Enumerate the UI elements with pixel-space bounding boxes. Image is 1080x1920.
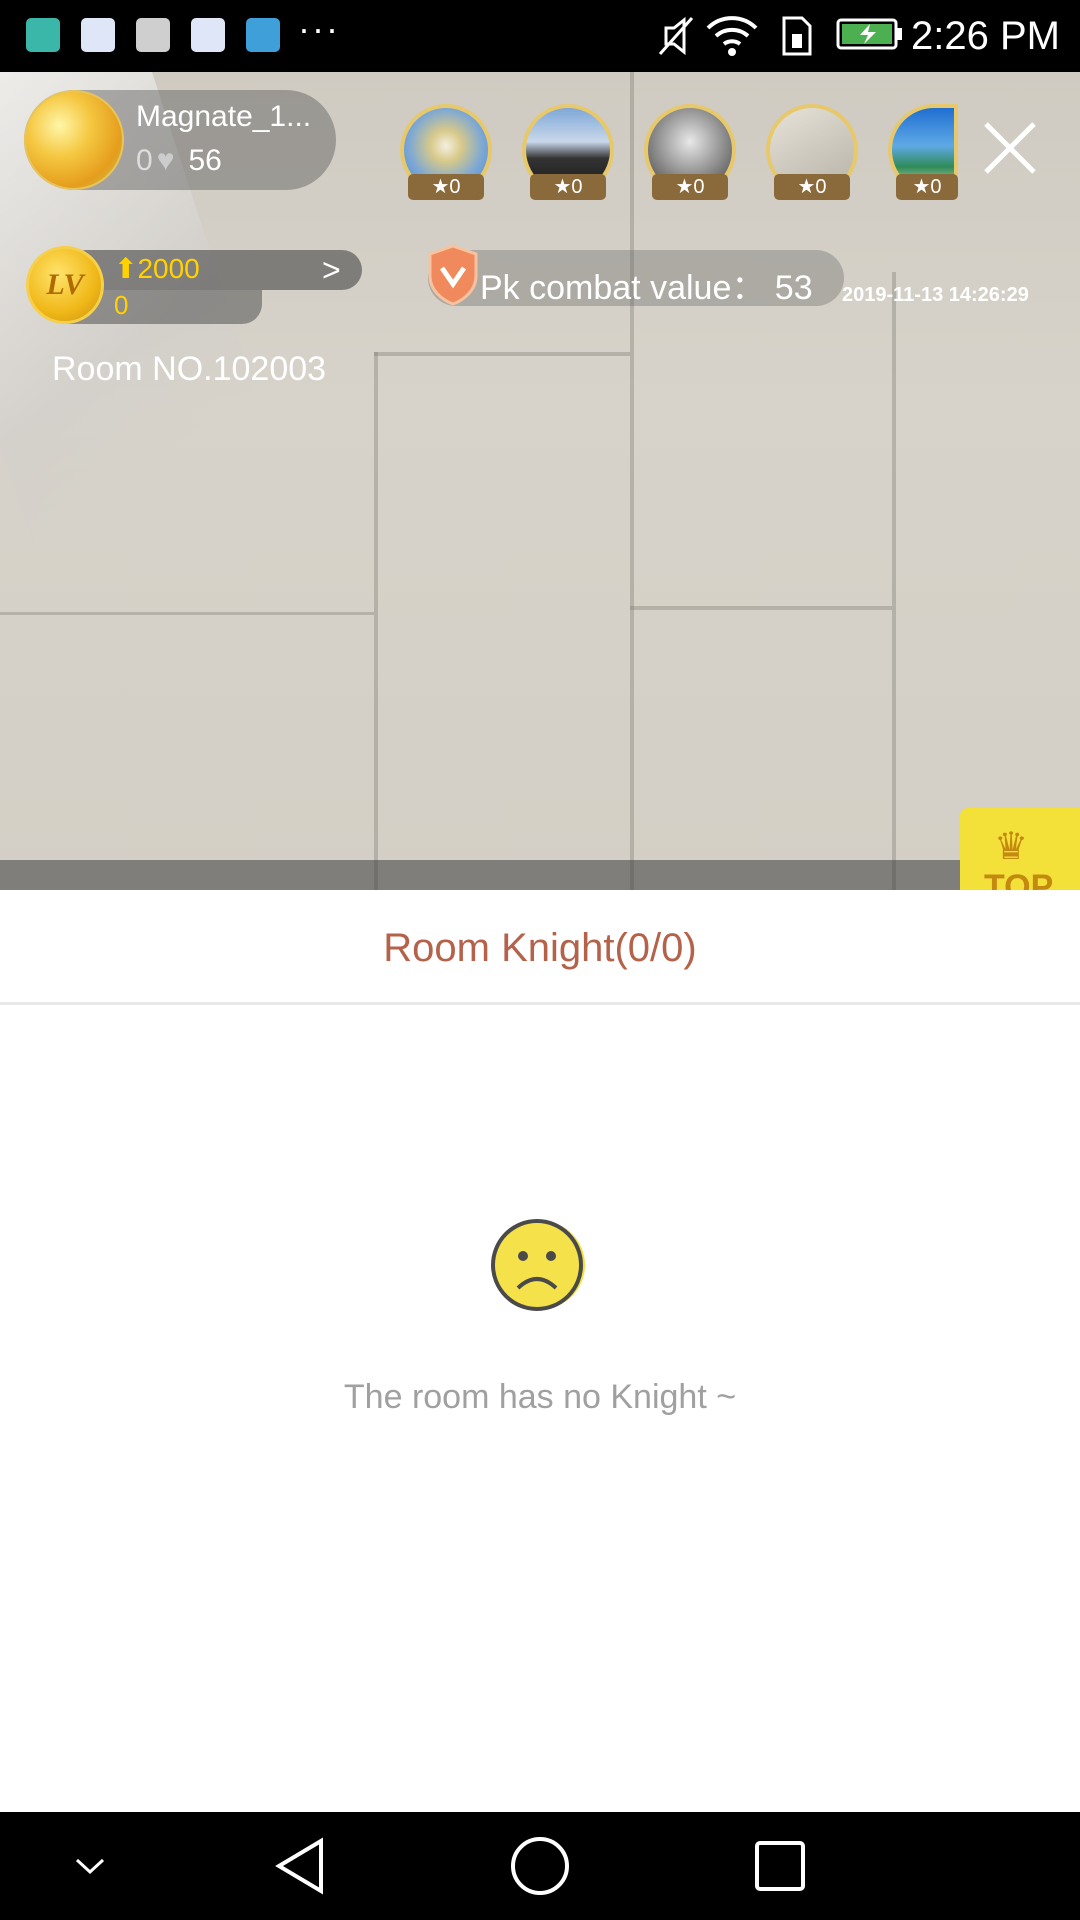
sad-face-icon (491, 1219, 585, 1311)
stream-timestamp: 2019-11-13 14:26:29 (842, 284, 1029, 306)
host-fans-count: 0 (136, 144, 153, 177)
viewer-score-badge: ★0 (774, 174, 850, 200)
host-stats: 0 ♥ 56 (136, 144, 222, 178)
level-sub-value: 0 (114, 290, 129, 320)
heart-icon: ♥ (156, 144, 175, 177)
collapse-button[interactable] (50, 1812, 130, 1920)
viewer-score-badge: ★0 (408, 174, 484, 200)
pk-combat-label: Pk combat value： 53 (480, 269, 813, 307)
chevron-down-icon (75, 1858, 105, 1875)
back-button[interactable] (260, 1812, 340, 1920)
mute-icon (658, 16, 694, 56)
recents-button[interactable] (740, 1812, 820, 1920)
top-label: TOP (984, 868, 1054, 890)
room-number: Room NO.102003 (52, 350, 327, 388)
wifi-icon (706, 16, 758, 56)
close-icon[interactable] (980, 118, 1040, 178)
crown-icon: ♛ (994, 826, 1029, 868)
room-knight-panel: Room Knight(0/0) The room has no Knight … (0, 890, 1080, 1812)
star-icon: ★ (797, 176, 816, 198)
host-info[interactable]: Magnate_1... 0 ♥ 56 (24, 90, 336, 190)
shield-icon (428, 244, 478, 306)
panel-title: Room Knight(0/0) (383, 926, 697, 970)
battery-charging-icon (836, 18, 902, 50)
star-icon: ★ (912, 176, 931, 198)
empty-state-message: The room has no Knight ~ (343, 1378, 737, 1416)
host-name: Magnate_1... (136, 100, 312, 133)
back-triangle-icon (275, 1837, 323, 1895)
font-a-icon (136, 18, 170, 52)
viewer-score-badge: ★0 (896, 174, 958, 200)
home-circle-icon (511, 1837, 569, 1895)
baidu-icon (191, 18, 225, 52)
viewer-score-badge: ★0 (530, 174, 606, 200)
level-up-value: ⬆2000 (114, 253, 200, 284)
recents-square-icon (755, 1841, 805, 1891)
host-avatar[interactable] (24, 90, 124, 190)
sim-icon (782, 16, 812, 56)
map-icon (246, 18, 280, 52)
star-icon: ★ (431, 176, 450, 198)
home-button[interactable] (500, 1812, 580, 1920)
divider (0, 1002, 1080, 1005)
viewer-score-badge: ★0 (652, 174, 728, 200)
level-widget[interactable]: LV ⬆2000 0 > (26, 246, 362, 324)
android-icon (26, 18, 60, 52)
pk-combat-value[interactable]: Pk combat value： 53 (428, 244, 844, 307)
overflow-icon: ··· (298, 8, 340, 49)
arrow-up-icon: ⬆ (114, 253, 138, 284)
navigation-bar (0, 1812, 1080, 1920)
top-ranking-button[interactable]: ♛ TOP (960, 808, 1080, 890)
level-coin-icon: LV (26, 246, 104, 324)
star-icon: ★ (675, 176, 694, 198)
host-likes-count: 56 (188, 144, 222, 177)
clock: 2:26 PM (911, 14, 1060, 58)
chevron-right-icon[interactable]: > (322, 252, 341, 289)
status-bar: ··· 2:26 PM (0, 0, 1080, 72)
star-icon: ★ (553, 176, 572, 198)
baidu-icon (81, 18, 115, 52)
